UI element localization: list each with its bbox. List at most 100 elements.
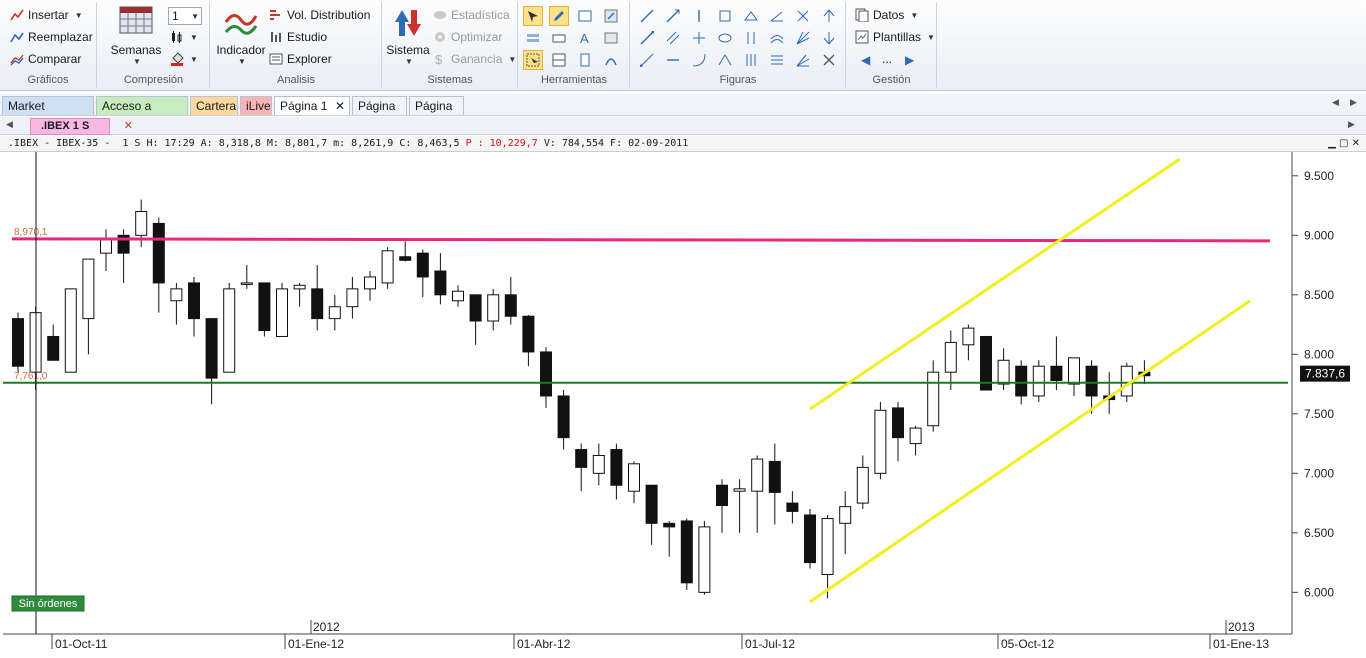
datos-button[interactable]: Datos ▼ [855,8,918,22]
compression-value-select[interactable]: 1 ▼ [168,7,202,25]
candle-body-up [240,282,253,285]
triangle-icon [744,11,758,21]
svg-text:A: A [580,31,589,45]
candle-body-up [821,518,834,575]
rectangle-select-tool[interactable] [575,6,595,26]
close-icon[interactable]: ✕ [1352,138,1360,149]
pitchfork-tool[interactable] [715,50,735,70]
horizontal-line-tool[interactable] [663,50,683,70]
sistema-button[interactable]: Sistema ▼ [385,6,431,66]
plantillas-button[interactable]: Plantillas ▼ [855,30,935,44]
speed-lines-tool[interactable] [793,50,813,70]
optimizar-button[interactable]: Optimizar [433,30,502,44]
candle [276,282,288,337]
dollar-icon: $ [435,52,443,66]
crosshair-tool[interactable] [689,28,709,48]
scroll-left-icon[interactable]: ◀ [6,119,13,130]
group-title-herramientas: Herramientas [540,74,608,86]
explorer-button[interactable]: Explorer [269,52,332,66]
ray-tool[interactable] [663,6,683,26]
group-title-graficos: Gráficos [27,74,69,86]
buy-sell-arrows-icon [395,10,421,36]
arc-tool[interactable] [767,28,787,48]
triangle-tool[interactable] [741,6,761,26]
delete-figures-tool[interactable] [819,50,839,70]
estudio-button[interactable]: Estudio [269,30,327,44]
document-tool[interactable] [575,50,595,70]
tab-ibex-chart[interactable]: .IBEX 1 S ✕ [30,118,133,135]
arrow-down-tool[interactable] [819,28,839,48]
edit-tool[interactable] [549,6,569,26]
insertar-button[interactable]: Insertar ▼ [10,8,83,22]
semanas-button[interactable]: Semanas ▼ [110,6,162,66]
candle-body-up [698,526,711,593]
vol-distribution-button[interactable]: Vol. Distribution [269,8,370,22]
svg-text:$: $ [435,52,443,66]
ellipse-tool[interactable] [715,28,735,48]
segment-tool[interactable] [637,50,657,70]
fibonacci-tool[interactable] [767,50,787,70]
tab-market-monitor[interactable]: Market Monitor [2,96,94,131]
tab-pagina-2[interactable]: Página 2 [352,96,407,131]
tab-cartera[interactable]: Cartera [190,96,238,115]
candlestick-chart-svg[interactable]: 9.500 9.000 8.500 8.000 7.500 7.000 6.500 6.000… [0,152,1366,655]
channel-tool[interactable] [741,28,761,48]
parallel-tool[interactable] [663,28,683,48]
line-tool[interactable] [637,28,657,48]
pointer-tool[interactable] [523,6,543,26]
ganancia-button[interactable]: $ Ganancia ▼ [433,52,516,66]
candle-body-up [276,288,288,337]
candle-body-up [328,306,341,320]
text-tool[interactable]: A [575,28,595,48]
maximize-icon[interactable]: ▢ [1339,138,1348,149]
channel-icon [747,32,755,44]
grid-tool[interactable] [549,50,569,70]
draw-tool[interactable] [601,50,621,70]
select-area-tool[interactable] [523,50,543,70]
candle-body-up [100,238,112,254]
angle-tool[interactable] [767,6,787,26]
close-icon[interactable]: ✕ [124,119,133,134]
scroll-left-icon[interactable]: ◀ [1332,97,1339,108]
keyboard-tool[interactable] [549,28,569,48]
trendline-tool[interactable] [637,6,657,26]
estadistica-button[interactable]: Estadística [433,8,510,22]
chart-type-button[interactable]: ▼ [170,30,198,44]
nav-more-button[interactable]: ... [882,52,892,66]
price-chart[interactable]: 9.500 9.000 8.500 8.000 7.500 7.000 6.500 6.000… [0,152,1366,655]
rectangle-tool[interactable] [715,6,735,26]
minimize-icon[interactable]: ▁ [1328,138,1336,149]
nav-next-button[interactable]: ▶ [905,53,914,67]
cross-icon [797,10,809,22]
zoom-tool[interactable] [601,6,621,26]
group-title-compresion: Compresión [123,74,184,86]
chevron-down-icon: ▼ [133,57,141,66]
group-sistemas: Sistema ▼ Estadística Optimizar $ Gananc… [383,2,518,88]
scroll-right-icon[interactable]: ▶ [1350,97,1357,108]
gann-tool[interactable] [741,50,761,70]
tab-ilive[interactable]: iLive [240,96,272,115]
indicador-button[interactable]: Indicador ▼ [213,8,269,66]
cross-tool[interactable] [793,6,813,26]
vertical-line-tool[interactable] [689,6,709,26]
arrow-up-tool[interactable] [819,6,839,26]
candle-body-down [12,318,24,367]
chart-color-button[interactable]: ▼ [170,52,198,66]
tab-pagina-3[interactable]: Página 3 [409,96,464,131]
comparar-button[interactable]: Comparar [10,52,81,66]
chevron-down-icon: ▼ [190,54,198,64]
align-tool[interactable] [523,28,543,48]
curve-tool[interactable] [689,50,709,70]
reemplazar-button[interactable]: Reemplazar [10,30,93,44]
insert-chart-icon [10,9,24,21]
chart-tab-bar: ◀ .IBEX 1 S ✕ ▶ [0,117,1366,135]
scroll-right-icon[interactable]: ▶ [1348,119,1355,130]
close-icon[interactable]: ✕ [335,97,345,115]
tab-acceso-broker[interactable]: Acceso a Broker [96,96,188,131]
tab-pagina-1[interactable]: Página 1 ✕ [274,96,350,115]
fan-tool[interactable] [793,28,813,48]
image-tool[interactable] [601,28,621,48]
group-gestion: Datos ▼ Plantillas ▼ ◀ ... ▶ Gestión [847,2,937,88]
nav-prev-button[interactable]: ◀ [861,53,870,67]
group-title-figuras: Figuras [719,74,757,86]
